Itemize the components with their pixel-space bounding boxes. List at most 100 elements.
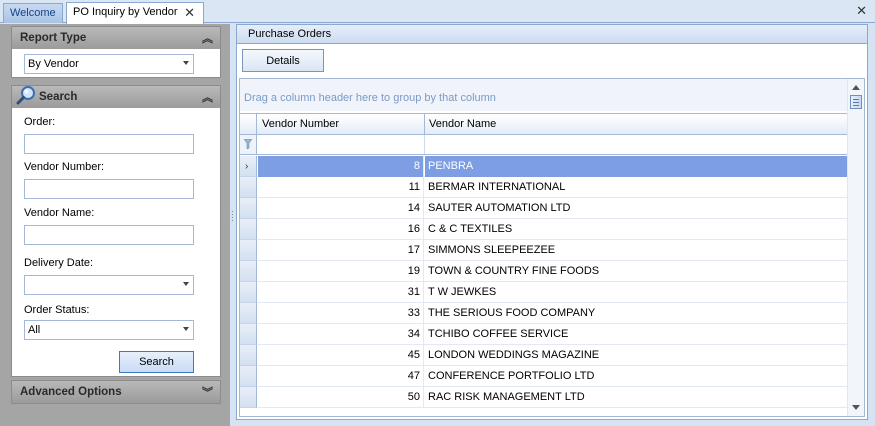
cell-vendor-name[interactable]: BERMAR INTERNATIONAL xyxy=(425,177,848,198)
row-indicator[interactable] xyxy=(240,261,257,282)
row-indicator[interactable] xyxy=(240,177,257,198)
column-header-vendor-number[interactable]: Vendor Number xyxy=(258,114,425,134)
search-title: Search xyxy=(39,91,78,103)
group-by-panel[interactable]: Drag a column header here to group by th… xyxy=(240,79,848,111)
table-row[interactable]: 31 T W JEWKES xyxy=(240,282,848,303)
cell-vendor-name[interactable]: THE SERIOUS FOOD COMPANY xyxy=(425,303,848,324)
purchase-orders-title: Purchase Orders xyxy=(248,28,332,40)
cell-vendor-name[interactable]: C & C TEXTILES xyxy=(425,219,848,240)
table-row[interactable]: 33 THE SERIOUS FOOD COMPANY xyxy=(240,303,848,324)
row-indicator[interactable] xyxy=(240,303,257,324)
row-indicator[interactable] xyxy=(240,387,257,408)
scroll-thumb[interactable] xyxy=(850,95,862,109)
header-indicator xyxy=(240,114,257,134)
table-row[interactable]: › 8 PENBRA xyxy=(240,156,848,177)
tab-po-inquiry-by-vendor[interactable]: PO Inquiry by Vendor ✕ xyxy=(66,2,204,24)
column-header-vendor-number-label: Vendor Number xyxy=(262,118,340,130)
filter-cell-vendor-number[interactable] xyxy=(258,135,425,154)
vendor-name-input[interactable] xyxy=(24,225,194,245)
row-indicator[interactable] xyxy=(240,240,257,261)
cell-vendor-number[interactable]: 11 xyxy=(258,177,424,198)
table-row[interactable]: 11 BERMAR INTERNATIONAL xyxy=(240,177,848,198)
dropdown-arrow-icon[interactable] xyxy=(183,282,189,286)
vendor-grid: Drag a column header here to group by th… xyxy=(239,78,865,417)
filter-icon xyxy=(244,139,252,149)
cell-vendor-number[interactable]: 17 xyxy=(258,240,424,261)
table-row[interactable]: 19 TOWN & COUNTRY FINE FOODS xyxy=(240,261,848,282)
cell-vendor-number[interactable]: 33 xyxy=(258,303,424,324)
filter-cell-vendor-name[interactable] xyxy=(425,135,848,154)
advanced-options-header[interactable]: Advanced Options ︾ xyxy=(12,381,220,403)
row-indicator[interactable]: › xyxy=(240,156,257,177)
table-row[interactable]: 14 SAUTER AUTOMATION LTD xyxy=(240,198,848,219)
collapse-chevron-icon[interactable]: ︽ xyxy=(202,89,213,105)
cell-vendor-number[interactable]: 14 xyxy=(258,198,424,219)
vendor-number-input[interactable] xyxy=(24,179,194,199)
search-button[interactable]: Search xyxy=(119,351,194,373)
cell-vendor-number[interactable]: 34 xyxy=(258,324,424,345)
cell-vendor-number[interactable]: 50 xyxy=(258,387,424,408)
scroll-up-icon[interactable] xyxy=(852,85,860,90)
left-filter-panel: Report Type ︽ By Vendor Search ︽ Order: … xyxy=(0,24,230,426)
filter-indicator xyxy=(240,135,257,154)
cell-vendor-name[interactable]: SAUTER AUTOMATION LTD xyxy=(425,198,848,219)
row-indicator[interactable] xyxy=(240,324,257,345)
expand-chevron-icon[interactable]: ︾ xyxy=(202,384,213,400)
purchase-orders-header: Purchase Orders xyxy=(237,25,867,44)
vendor-number-label: Vendor Number: xyxy=(24,161,105,173)
grip-icon: · · · · xyxy=(231,207,234,225)
cell-vendor-name[interactable]: TCHIBO COFFEE SERVICE xyxy=(425,324,848,345)
row-indicator[interactable] xyxy=(240,345,257,366)
tab-welcome[interactable]: Welcome xyxy=(3,3,63,23)
table-row[interactable]: 47 CONFERENCE PORTFOLIO LTD xyxy=(240,366,848,387)
details-button-label: Details xyxy=(266,55,300,67)
dropdown-arrow-icon[interactable] xyxy=(183,61,189,65)
search-group: Search ︽ Order: Vendor Number: Vendor Na… xyxy=(11,85,221,377)
column-header-row: Vendor Number Vendor Name xyxy=(240,113,848,135)
cell-vendor-name[interactable]: SIMMONS SLEEPEEZEE xyxy=(425,240,848,261)
collapse-chevron-icon[interactable]: ︽ xyxy=(202,30,213,46)
order-status-select[interactable]: All xyxy=(24,320,194,340)
dropdown-arrow-icon[interactable] xyxy=(183,327,189,331)
cell-vendor-name[interactable]: CONFERENCE PORTFOLIO LTD xyxy=(425,366,848,387)
row-indicator[interactable] xyxy=(240,282,257,303)
search-header[interactable]: Search ︽ xyxy=(12,86,220,108)
close-all-icon[interactable]: ✕ xyxy=(856,3,867,19)
column-header-vendor-name[interactable]: Vendor Name xyxy=(425,114,848,134)
close-icon[interactable]: ✕ xyxy=(184,5,195,21)
order-label: Order: xyxy=(24,116,56,128)
report-type-select[interactable]: By Vendor xyxy=(24,54,194,74)
table-row[interactable]: 45 LONDON WEDDINGS MAGAZINE xyxy=(240,345,848,366)
cell-vendor-name[interactable]: LONDON WEDDINGS MAGAZINE xyxy=(425,345,848,366)
row-indicator[interactable] xyxy=(240,198,257,219)
details-button[interactable]: Details xyxy=(242,49,324,72)
cell-vendor-name[interactable]: PENBRA xyxy=(425,156,848,177)
group-by-hint: Drag a column header here to group by th… xyxy=(244,92,496,104)
magnifier-icon xyxy=(16,86,35,105)
cell-vendor-number[interactable]: 45 xyxy=(258,345,424,366)
vertical-scrollbar[interactable] xyxy=(847,79,864,416)
order-status-value: All xyxy=(28,324,41,336)
table-row[interactable]: 16 C & C TEXTILES xyxy=(240,219,848,240)
table-row[interactable]: 17 SIMMONS SLEEPEEZEE xyxy=(240,240,848,261)
row-indicator[interactable] xyxy=(240,366,257,387)
cell-vendor-name[interactable]: TOWN & COUNTRY FINE FOODS xyxy=(425,261,848,282)
delivery-date-picker[interactable] xyxy=(24,275,194,295)
report-type-header[interactable]: Report Type ︽ xyxy=(12,27,220,49)
delivery-date-label: Delivery Date: xyxy=(24,257,94,269)
cell-vendor-number[interactable]: 19 xyxy=(258,261,424,282)
column-header-vendor-name-label: Vendor Name xyxy=(429,118,497,130)
cell-vendor-number[interactable]: 16 xyxy=(258,219,424,240)
table-row[interactable]: 50 RAC RISK MANAGEMENT LTD xyxy=(240,387,848,408)
report-type-group: Report Type ︽ By Vendor xyxy=(11,26,221,78)
cell-vendor-number[interactable]: 8 xyxy=(258,156,424,177)
row-indicator[interactable] xyxy=(240,219,257,240)
cell-vendor-name[interactable]: T W JEWKES xyxy=(425,282,848,303)
cell-vendor-name[interactable]: RAC RISK MANAGEMENT LTD xyxy=(425,387,848,408)
order-input[interactable] xyxy=(24,134,194,154)
table-row[interactable]: 34 TCHIBO COFFEE SERVICE xyxy=(240,324,848,345)
cell-vendor-number[interactable]: 47 xyxy=(258,366,424,387)
cell-vendor-number[interactable]: 31 xyxy=(258,282,424,303)
grid-rows: › 8 PENBRA 11 BERMAR INTERNATIONAL 14 SAUTER A… xyxy=(240,156,848,408)
scroll-down-icon[interactable] xyxy=(852,405,860,410)
